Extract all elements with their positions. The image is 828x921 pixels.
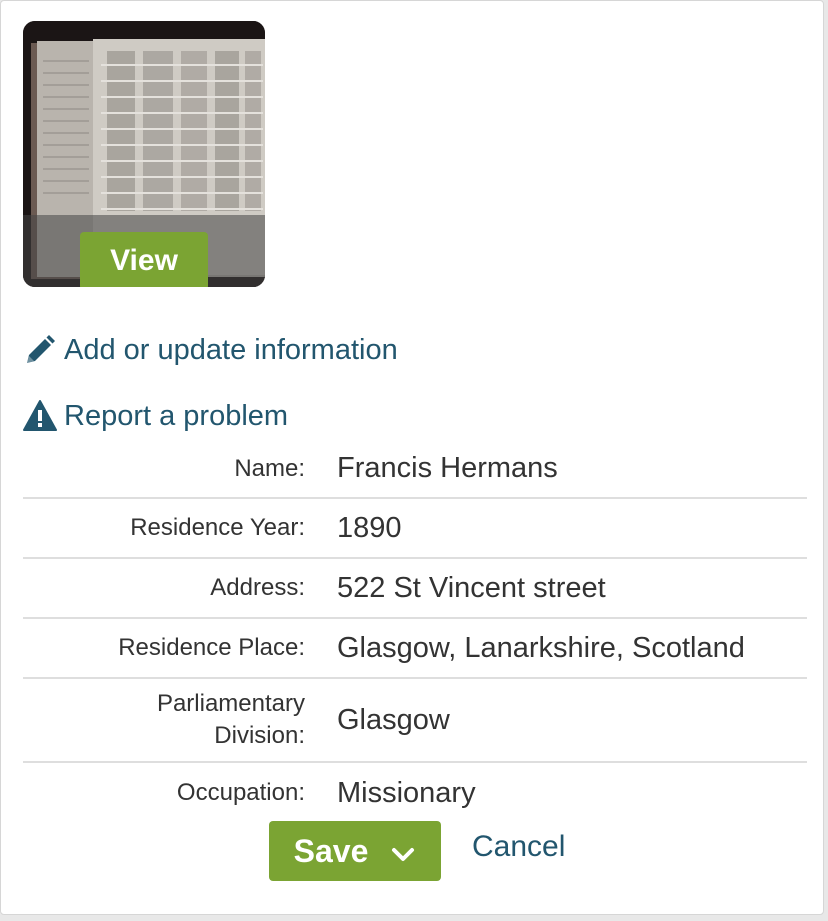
detail-label: Occupation: — [176, 779, 305, 806]
detail-label: Residence Year: — [130, 514, 305, 541]
detail-label: Residence Place: — [118, 634, 305, 661]
detail-label: Address: — [210, 574, 305, 601]
add-update-information-label: Add or update information — [64, 333, 398, 366]
save-button-label: Save — [293, 832, 369, 869]
save-button[interactable]: Save — [269, 821, 441, 881]
detail-label-line: Parliamentary — [156, 690, 305, 717]
detail-label: Parliamentary Division: — [23, 688, 305, 752]
view-button[interactable]: View — [80, 232, 208, 287]
report-problem-link[interactable]: Report a problem — [23, 398, 288, 434]
cancel-link[interactable]: Cancel — [472, 830, 565, 864]
detail-value: 1890 — [337, 511, 402, 544]
detail-value: Glasgow — [337, 703, 450, 736]
detail-row-occupation: Occupation: Missionary — [23, 763, 807, 823]
detail-value: 522 St Vincent street — [337, 571, 606, 604]
record-image-thumbnail[interactable]: View — [23, 21, 265, 287]
detail-row-residence-year: Residence Year: 1890 — [23, 499, 807, 559]
add-update-information-link[interactable]: Add or update information — [23, 332, 398, 368]
record-card: View Add or update information Report a … — [0, 0, 824, 915]
detail-value: Francis Hermans — [337, 452, 558, 484]
report-problem-label: Report a problem — [64, 399, 289, 432]
thumbnail-overlay: View — [23, 215, 265, 287]
detail-row-name: Name: Francis Hermans — [23, 440, 807, 499]
pencil-icon — [23, 333, 57, 367]
warning-icon — [23, 399, 57, 433]
record-details-table: Name: Francis Hermans Residence Year: 18… — [23, 440, 807, 823]
detail-value: Glasgow, Lanarkshire, Scotland — [337, 631, 745, 664]
detail-value: Missionary — [337, 776, 476, 809]
detail-row-address: Address: 522 St Vincent street — [23, 559, 807, 619]
chevron-down-icon[interactable] — [390, 838, 416, 864]
detail-row-residence-place: Residence Place: Glasgow, Lanarkshire, S… — [23, 619, 807, 679]
detail-label: Name: — [234, 454, 305, 482]
detail-row-parliamentary-division: Parliamentary Division: Glasgow — [23, 679, 807, 763]
detail-label-line: Division: — [214, 722, 305, 749]
